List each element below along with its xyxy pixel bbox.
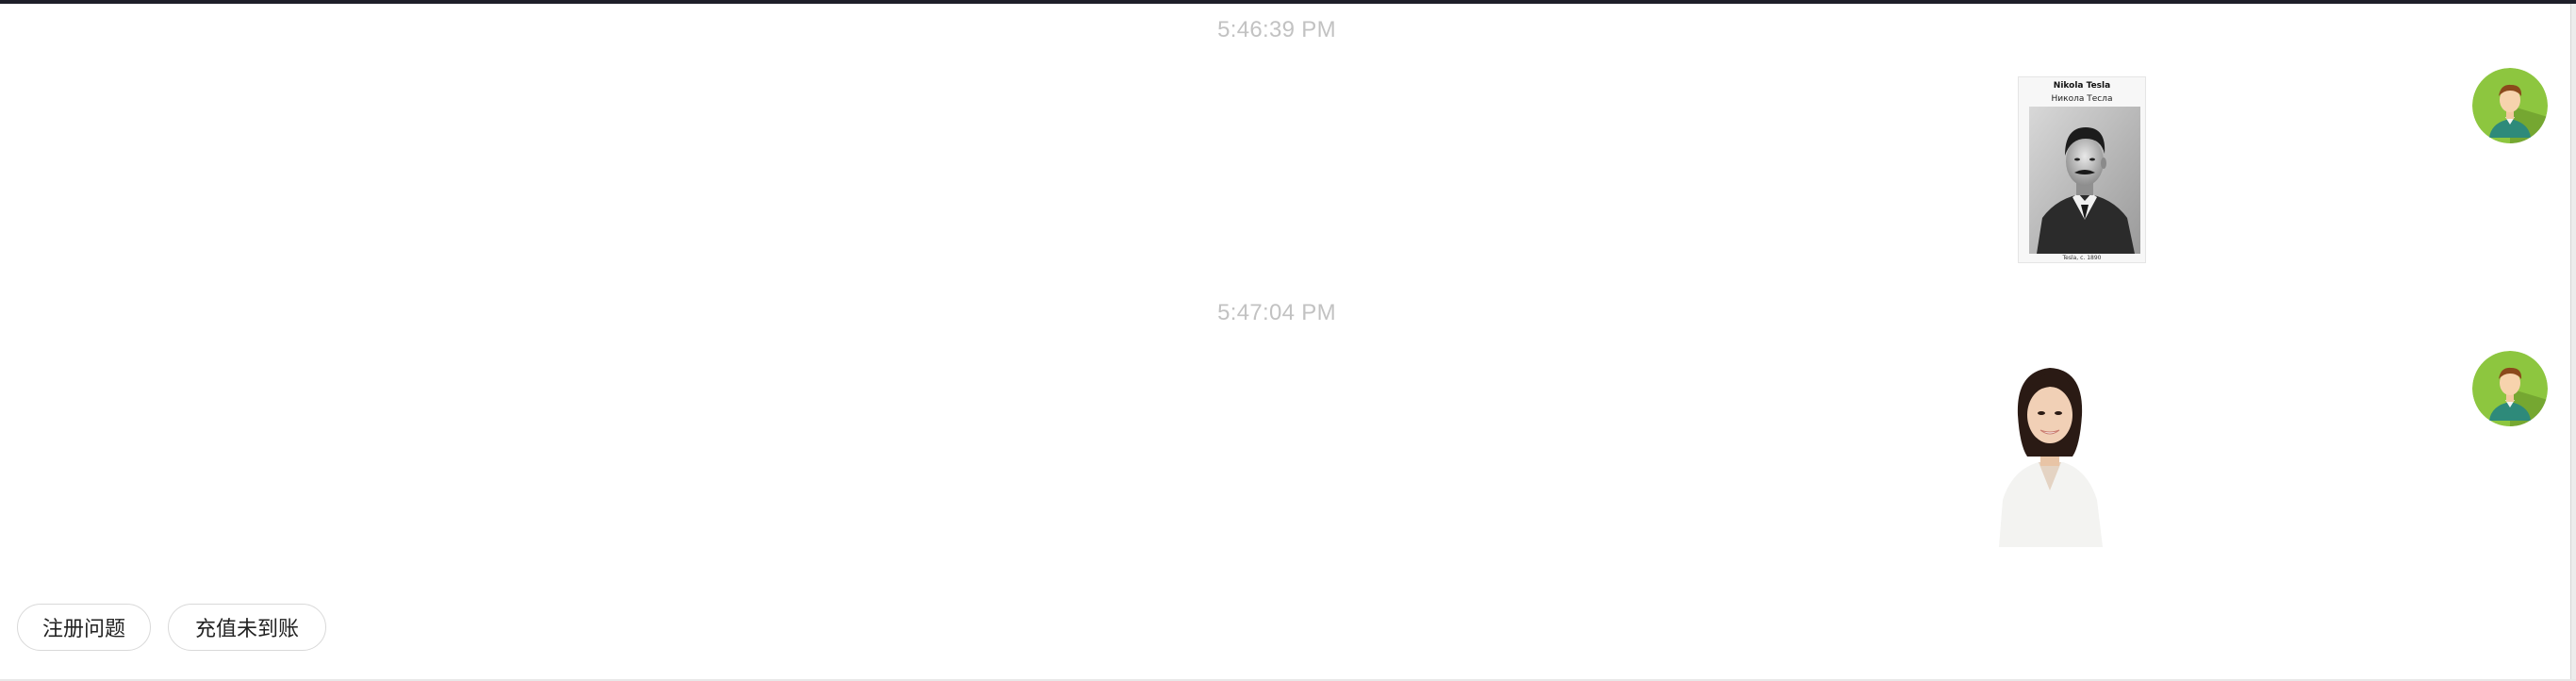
tesla-portrait-image bbox=[2029, 107, 2140, 254]
top-border bbox=[0, 0, 2576, 4]
chat-window: 5:46:39 PM Nikola Tesla Никола Тесла Tes… bbox=[0, 0, 2576, 681]
message-timestamp: 5:46:39 PM bbox=[1217, 17, 1336, 42]
user-avatar-icon[interactable] bbox=[2472, 351, 2548, 426]
image-caption: Tesla, c. 1890 bbox=[2062, 255, 2102, 261]
image-title: Nikola Tesla bbox=[2053, 81, 2111, 91]
user-avatar-icon[interactable] bbox=[2472, 68, 2548, 143]
message-timestamp: 5:47:04 PM bbox=[1217, 300, 1336, 325]
image-subtitle: Никола Тесла bbox=[2051, 94, 2113, 104]
quick-reply-recharge-not-received[interactable]: 充值未到账 bbox=[168, 604, 326, 651]
sent-image-portrait[interactable] bbox=[1990, 358, 2112, 547]
scrollbar[interactable] bbox=[2570, 4, 2576, 681]
sent-image-tesla[interactable]: Nikola Tesla Никола Тесла Tesla, c. 1890 bbox=[2018, 76, 2146, 263]
quick-reply-registration-issue[interactable]: 注册问题 bbox=[17, 604, 151, 651]
